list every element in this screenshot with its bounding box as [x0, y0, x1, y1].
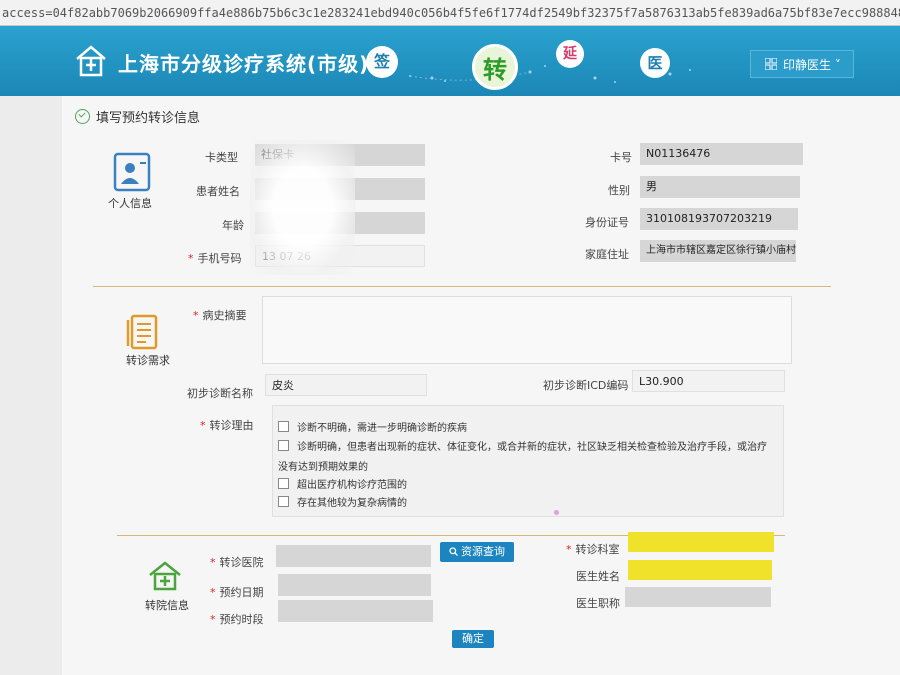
required-mark: *: [566, 543, 572, 556]
history-label-text: 病史摘要: [202, 309, 247, 322]
checkbox[interactable]: [278, 478, 289, 489]
doctor-name-label: 医生姓名: [576, 570, 620, 583]
doctor-title-field[interactable]: [625, 587, 771, 607]
grid-icon: [765, 58, 777, 70]
history-label: * 病史摘要: [193, 307, 247, 323]
diagnosis-name-field[interactable]: 皮炎: [265, 374, 427, 396]
address-label: 家庭住址: [585, 248, 629, 261]
time-label: * 预约时段: [210, 611, 264, 627]
reason-option-1[interactable]: 诊断不明确，需进一步明确诊断的疾病: [278, 419, 467, 434]
dept-label: * 转诊科室: [566, 541, 620, 557]
home-logo-icon: [76, 45, 106, 77]
extension-module-icon[interactable]: 延: [556, 40, 584, 68]
hospital-label-text: 转诊医院: [219, 556, 264, 569]
personal-info-label: 个人信息: [108, 197, 152, 210]
id-number-field[interactable]: 310108193707203219: [640, 208, 798, 230]
checkbox[interactable]: [278, 496, 289, 507]
age-label: 年龄: [222, 219, 244, 232]
address-bar[interactable]: access=04f82abb7069b2066909ffa4e886b75b6…: [0, 0, 900, 26]
required-mark: *: [210, 613, 216, 626]
history-textarea[interactable]: [262, 296, 792, 364]
doctor-name-field[interactable]: [628, 560, 772, 580]
diagnosis-name-label: 初步诊断名称: [187, 387, 253, 400]
search-icon: [449, 547, 458, 556]
reason-option-2[interactable]: 诊断明确，但患者出现新的症状、体征变化，或合并新的症状，社区缺乏相关检查检验及治…: [278, 438, 767, 453]
id-card-icon: [113, 152, 151, 192]
document-list-icon: [126, 314, 158, 350]
confirm-button[interactable]: 确定: [452, 630, 494, 648]
reason-option-2-cont: 没有达到预期效果的: [278, 462, 368, 473]
hospital-icon: [149, 561, 181, 591]
gender-label: 性别: [608, 184, 630, 197]
required-mark: *: [188, 252, 194, 265]
user-menu-button[interactable]: 印静医生 ˅: [750, 50, 854, 78]
required-mark: *: [210, 586, 216, 599]
dept-label-text: 转诊科室: [575, 543, 620, 556]
privacy-blur: [250, 140, 355, 275]
icd-code-field[interactable]: L30.900: [632, 370, 785, 392]
date-label-text: 预约日期: [219, 586, 264, 599]
user-menu-label: 印静医生 ˅: [783, 58, 841, 72]
card-type-label: 卡类型: [205, 151, 238, 164]
patient-name-label: 患者姓名: [196, 185, 240, 198]
search-button-label: 资源查询: [461, 545, 505, 558]
hospital-field[interactable]: [276, 545, 431, 567]
reason-label-text: 转诊理由: [209, 419, 254, 432]
checkbox[interactable]: [278, 440, 289, 451]
required-mark: *: [200, 419, 206, 432]
referral-module-icon[interactable]: 转: [472, 44, 518, 90]
medical-module-icon[interactable]: 医: [640, 48, 670, 78]
reason-text: 存在其他较为复杂病情的: [297, 498, 407, 509]
section-title-text: 填写预约转诊信息: [96, 111, 201, 126]
gender-field[interactable]: 男: [640, 176, 800, 198]
date-label: * 预约日期: [210, 584, 264, 600]
phone-label: * 手机号码: [188, 250, 242, 266]
date-field[interactable]: [278, 574, 431, 596]
reason-label: * 转诊理由: [200, 417, 254, 433]
check-circle-icon: [75, 109, 90, 124]
resource-search-button[interactable]: 资源查询: [440, 542, 514, 562]
reason-text: 超出医疗机构诊疗范围的: [297, 480, 407, 491]
hospital-info-label: 转院信息: [145, 599, 189, 612]
card-no-field[interactable]: N01136476: [640, 143, 803, 165]
reason-option-3[interactable]: 超出医疗机构诊疗范围的: [278, 476, 407, 491]
required-mark: *: [193, 309, 199, 322]
cursor-dot: [554, 510, 559, 515]
app-title: 上海市分级诊疗系统(市级): [118, 52, 370, 76]
checkbox[interactable]: [278, 421, 289, 432]
time-label-text: 预约时段: [219, 613, 264, 626]
doctor-title-label: 医生职称: [576, 597, 620, 610]
sign-module-icon[interactable]: 签: [366, 46, 398, 78]
address-field[interactable]: 上海市市辖区嘉定区徐行镇小庙村: [640, 240, 796, 262]
reason-option-4[interactable]: 存在其他较为复杂病情的: [278, 494, 407, 509]
card-no-label: 卡号: [610, 151, 632, 164]
required-mark: *: [210, 556, 216, 569]
icd-code-label: 初步诊断ICD编码: [543, 379, 629, 392]
dept-field[interactable]: [628, 532, 774, 552]
time-field[interactable]: [278, 600, 433, 622]
referral-need-label: 转诊需求: [126, 354, 170, 367]
section-divider: [93, 286, 831, 287]
reason-text: 诊断不明确，需进一步明确诊断的疾病: [297, 423, 467, 434]
reason-text: 诊断明确，但患者出现新的症状、体征变化，或合并新的症状，社区缺乏相关检查检验及治…: [297, 442, 767, 453]
section-title: 填写预约转诊信息: [75, 107, 200, 126]
id-number-label: 身份证号: [585, 216, 629, 229]
hospital-label: * 转诊医院: [210, 554, 264, 570]
phone-label-text: 手机号码: [197, 252, 242, 265]
